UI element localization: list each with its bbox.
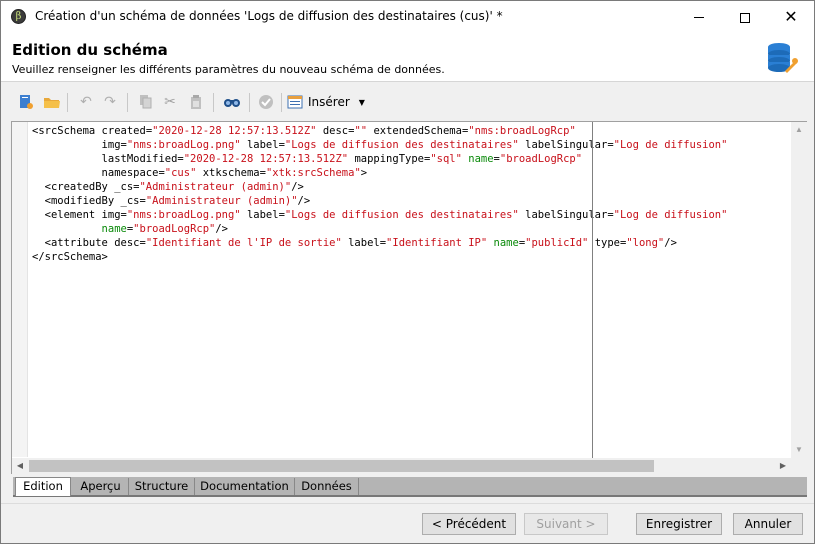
text-cursor — [592, 122, 593, 458]
copy-icon[interactable] — [135, 91, 157, 113]
scroll-right-icon[interactable]: ▶ — [775, 458, 791, 474]
tab-structure[interactable]: Structure — [129, 478, 195, 495]
find-icon[interactable] — [221, 91, 243, 113]
footer-divider — [1, 503, 814, 504]
cancel-button[interactable]: Annuler — [733, 513, 803, 535]
database-wrench-icon — [768, 43, 798, 73]
tab-edition[interactable]: Edition — [15, 477, 71, 496]
validate-icon[interactable] — [255, 91, 277, 113]
code-line: <attribute desc="Identifiant de l'IP de … — [32, 237, 677, 249]
toolbar-separator — [249, 93, 250, 112]
editor-toolbar: ↶ ↷ ✂ Insérer ▼ — [11, 89, 807, 117]
code-area[interactable]: <srcSchema created="2020-12-28 12:57:13.… — [32, 124, 792, 458]
toolbar-separator — [281, 93, 282, 112]
scrollbar-corner — [791, 458, 807, 474]
scroll-up-icon[interactable]: ▲ — [791, 122, 807, 138]
editor-gutter — [12, 122, 28, 457]
window-title: Création d'un schéma de données 'Logs de… — [35, 9, 503, 23]
chevron-down-icon: ▼ — [358, 97, 365, 107]
open-folder-icon[interactable] — [41, 91, 63, 113]
tab-documentation[interactable]: Documentation — [195, 478, 295, 495]
dialog-window: β Création d'un schéma de données 'Logs … — [0, 0, 815, 544]
next-button[interactable]: Suivant > — [524, 513, 608, 535]
tab-apercu[interactable]: Aperçu — [73, 478, 129, 495]
code-line: </srcSchema> — [32, 251, 108, 263]
new-icon[interactable] — [15, 91, 37, 113]
code-line: <srcSchema created="2020-12-28 12:57:13.… — [32, 125, 576, 137]
maximize-icon — [740, 12, 750, 23]
toolbar-separator — [127, 93, 128, 112]
app-icon: β — [11, 9, 26, 24]
insert-icon — [287, 95, 303, 109]
title-bar: β Création d'un schéma de données 'Logs … — [1, 1, 814, 32]
code-line: lastModified="2020-12-28 12:57:13.512Z" … — [101, 153, 583, 165]
scroll-down-icon[interactable]: ▼ — [791, 442, 807, 458]
cut-icon[interactable]: ✂ — [159, 91, 181, 113]
code-line: <createdBy _cs="Administrateur (admin)"/… — [32, 181, 304, 193]
page-subtitle: Veuillez renseigner les différents param… — [12, 63, 445, 76]
maximize-button[interactable] — [722, 1, 768, 32]
minimize-icon — [694, 17, 704, 18]
close-icon: ✕ — [784, 7, 798, 26]
save-button[interactable]: Enregistrer — [636, 513, 722, 535]
code-line: <element img="nms:broadLog.png" label="L… — [32, 209, 728, 221]
scroll-left-icon[interactable]: ◀ — [12, 458, 28, 474]
close-button[interactable]: ✕ — [768, 1, 814, 32]
page-title: Edition du schéma — [12, 41, 168, 59]
horizontal-scroll-thumb[interactable] — [29, 460, 654, 472]
code-line: <modifiedBy _cs="Administrateur (admin)"… — [32, 195, 311, 207]
previous-button[interactable]: < Précédent — [422, 513, 516, 535]
minimize-button[interactable] — [676, 1, 722, 32]
paste-icon[interactable] — [185, 91, 207, 113]
vertical-scrollbar[interactable]: ▲ ▼ — [791, 122, 807, 458]
code-line: namespace="cus" xtkschema="xtk:srcSchema… — [101, 167, 368, 179]
tab-donnees[interactable]: Données — [295, 478, 359, 495]
undo-icon[interactable]: ↶ — [75, 91, 97, 113]
xml-editor[interactable]: <srcSchema created="2020-12-28 12:57:13.… — [11, 121, 807, 474]
wizard-header: Edition du schéma Veuillez renseigner le… — [1, 32, 814, 82]
redo-icon[interactable]: ↷ — [99, 91, 121, 113]
toolbar-separator — [67, 93, 68, 112]
editor-tabs: Edition Aperçu Structure Documentation D… — [13, 477, 807, 497]
toolbar-separator — [213, 93, 214, 112]
horizontal-scrollbar[interactable]: ◀ ▶ — [12, 458, 791, 474]
insert-menu-button[interactable]: Insérer ▼ — [287, 91, 365, 113]
code-line: name="broadLogRcp"/> — [101, 223, 229, 235]
code-line: img="nms:broadLog.png" label="Logs de di… — [101, 139, 728, 151]
insert-label: Insérer — [308, 95, 350, 109]
